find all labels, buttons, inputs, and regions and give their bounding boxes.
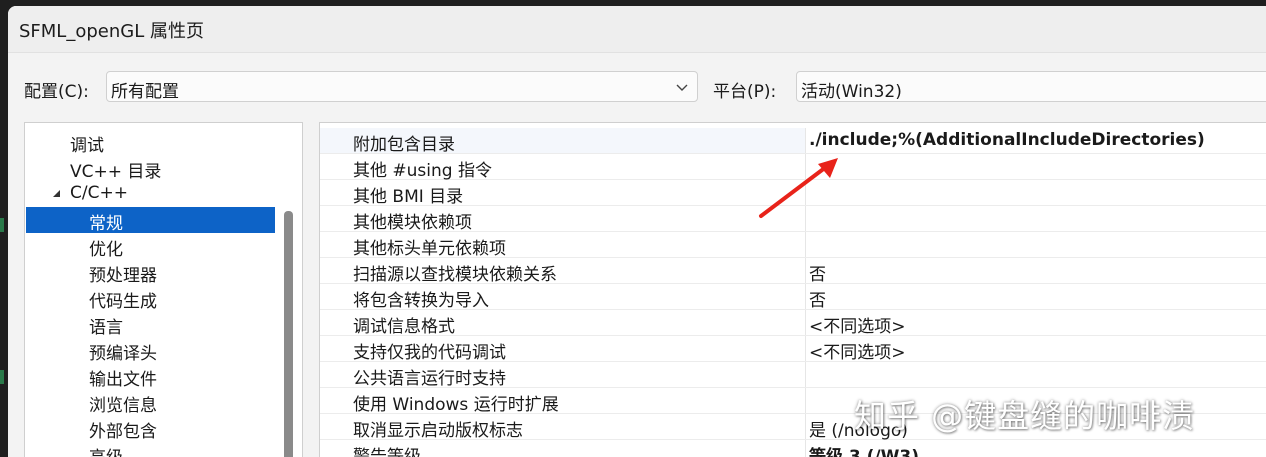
- tree-item-c-cpp[interactable]: C/C++: [26, 181, 275, 207]
- property-name: 使用 Windows 运行时扩展: [320, 388, 806, 415]
- tree-item-output-files[interactable]: 输出文件: [26, 363, 275, 390]
- tree-item-optimization[interactable]: 优化: [26, 233, 275, 260]
- tree-scrollbar[interactable]: [284, 211, 293, 457]
- tree-item-vc-directories[interactable]: VC++ 目录: [26, 155, 275, 182]
- configuration-dropdown[interactable]: 所有配置: [106, 71, 698, 102]
- tree-item-label: 优化: [89, 240, 123, 260]
- tree-item-code-generation[interactable]: 代码生成: [26, 285, 275, 312]
- property-row[interactable]: 公共语言运行时支持: [320, 362, 1266, 389]
- property-row[interactable]: 其他标头单元依赖项: [320, 232, 1266, 259]
- property-name-text: 使用 Windows 运行时扩展: [353, 395, 559, 415]
- tree-item-label: 语言: [89, 318, 123, 338]
- watermark-text: 知乎 @键盘缝的咖啡渍: [854, 397, 1196, 435]
- configuration-label: 配置(C):: [24, 82, 89, 102]
- property-value[interactable]: ./include;%(AdditionalIncludeDirectories…: [809, 130, 1205, 150]
- chevron-down-icon: [676, 84, 688, 91]
- property-name-text: 附加包含目录: [353, 135, 455, 155]
- tree-item-advanced[interactable]: 高级: [26, 441, 275, 457]
- property-value[interactable]: 否: [809, 286, 826, 311]
- tree-item-label: 代码生成: [89, 292, 157, 312]
- property-name-text: 其他 #using 指令: [353, 161, 492, 181]
- expanded-triangle-icon[interactable]: [52, 189, 61, 198]
- property-name-text: 取消显示启动版权标志: [353, 421, 523, 441]
- property-name: 其他 #using 指令: [320, 154, 806, 181]
- property-name: 附加包含目录: [320, 128, 806, 155]
- tree-item-preprocessor[interactable]: 预处理器: [26, 259, 275, 286]
- tree-item-browse-information[interactable]: 浏览信息: [26, 389, 275, 416]
- tree-item-label: VC++ 目录: [70, 162, 162, 182]
- tree-item-label: 预编译头: [89, 344, 157, 364]
- platform-value: 活动(Win32): [801, 82, 902, 102]
- property-row[interactable]: 将包含转换为导入 否: [320, 284, 1266, 311]
- tree-item-external-includes[interactable]: 外部包含: [26, 415, 275, 442]
- tree-item-debugging[interactable]: 调试: [26, 129, 275, 156]
- tree-item-label: 外部包含: [89, 422, 157, 442]
- property-row[interactable]: 扫描源以查找模块依赖关系 否: [320, 258, 1266, 285]
- title-bar: SFML_openGL 属性页: [8, 6, 1266, 53]
- property-name: 公共语言运行时支持: [320, 362, 806, 389]
- tree-item-label: 浏览信息: [89, 396, 157, 416]
- annotation-arrow-icon: [759, 158, 838, 218]
- property-name-text: 公共语言运行时支持: [353, 369, 506, 389]
- edge-marker: [0, 370, 4, 384]
- property-value[interactable]: 等级 3 (/W3): [809, 442, 919, 457]
- property-name-text: 扫描源以查找模块依赖关系: [353, 265, 557, 285]
- property-name: 扫描源以查找模块依赖关系: [320, 258, 806, 285]
- tree-item-label: 输出文件: [89, 370, 157, 390]
- tree-item-label: 预处理器: [89, 266, 157, 286]
- configuration-value: 所有配置: [111, 82, 179, 102]
- tree-item-label: 常规: [89, 214, 123, 234]
- property-name-text: 警告等级: [353, 447, 421, 457]
- property-name: 取消显示启动版权标志: [320, 414, 806, 441]
- property-name-text: 调试信息格式: [353, 317, 455, 337]
- property-name: 支持仅我的代码调试: [320, 336, 806, 363]
- property-value[interactable]: <不同选项>: [809, 338, 906, 363]
- property-value[interactable]: <不同选项>: [809, 312, 906, 337]
- property-value[interactable]: 否: [809, 260, 826, 285]
- property-name-text: 其他标头单元依赖项: [353, 239, 506, 259]
- property-name: 警告等级: [320, 440, 806, 457]
- property-pages-dialog: SFML_openGL 属性页 配置(C): 所有配置 平台(P): 活动(Wi…: [8, 6, 1266, 457]
- platform-label: 平台(P):: [713, 82, 777, 102]
- property-name-text: 支持仅我的代码调试: [353, 343, 506, 363]
- tree-item-label: 高级: [89, 443, 123, 457]
- platform-dropdown[interactable]: 活动(Win32): [796, 71, 1266, 102]
- property-row[interactable]: 警告等级 等级 3 (/W3): [320, 440, 1266, 457]
- property-row[interactable]: 附加包含目录 ./include;%(AdditionalIncludeDire…: [320, 128, 1266, 155]
- tree-item-general[interactable]: 常规: [26, 207, 275, 234]
- tree-item-language[interactable]: 语言: [26, 311, 275, 338]
- category-tree[interactable]: 调试 VC++ 目录 C/C++ 常规 优化 预处理器 代码生成 语言 预编译头: [24, 122, 303, 457]
- window-title: SFML_openGL 属性页: [19, 21, 204, 42]
- property-name-text: 其他模块依赖项: [353, 213, 472, 233]
- tree-item-precompiled-headers[interactable]: 预编译头: [26, 337, 275, 364]
- property-row[interactable]: 支持仅我的代码调试 <不同选项>: [320, 336, 1266, 363]
- property-name-text: 将包含转换为导入: [353, 291, 489, 311]
- property-name: 其他模块依赖项: [320, 206, 806, 233]
- property-name: 其他标头单元依赖项: [320, 232, 806, 259]
- property-name: 将包含转换为导入: [320, 284, 806, 311]
- property-name: 调试信息格式: [320, 310, 806, 337]
- tree-item-label: 调试: [70, 136, 104, 156]
- property-name: 其他 BMI 目录: [320, 180, 806, 207]
- tree-item-label: C/C++: [70, 183, 128, 203]
- property-row[interactable]: 调试信息格式 <不同选项>: [320, 310, 1266, 337]
- property-name-text: 其他 BMI 目录: [353, 187, 464, 207]
- edge-marker: [0, 218, 4, 232]
- configuration-bar: 配置(C): 所有配置 平台(P): 活动(Win32): [8, 68, 1266, 106]
